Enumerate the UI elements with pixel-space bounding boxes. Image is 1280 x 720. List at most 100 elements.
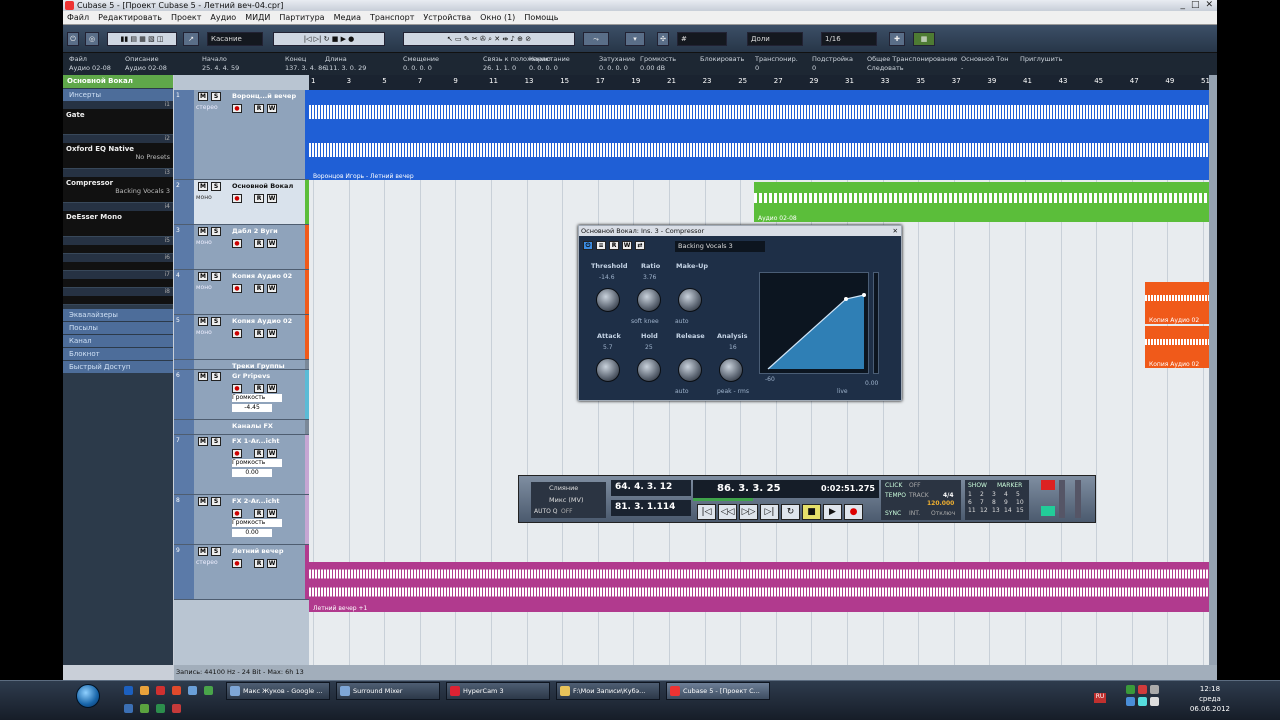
insert-slot[interactable]: i4 DeEsser Mono xyxy=(63,203,173,237)
left-locator[interactable]: 64. 4. 3. 12 xyxy=(611,480,691,496)
menu-devices[interactable]: Устройства xyxy=(423,13,471,22)
close-button[interactable]: ✕ xyxy=(1205,0,1213,11)
insert-slot-controls[interactable]: i8 xyxy=(63,288,173,296)
excel-icon[interactable] xyxy=(156,704,165,713)
constrain-delay-button[interactable]: ◎ xyxy=(85,32,99,46)
track-name[interactable]: Воронц...й вечер xyxy=(232,92,302,100)
time-signature[interactable]: 4/4 xyxy=(943,492,954,499)
solo-button[interactable]: S xyxy=(211,497,221,506)
live-toggle[interactable]: live xyxy=(837,388,848,395)
audio-event-track-4[interactable]: Копия Аудио 02 xyxy=(1145,282,1209,324)
plugin-preset-select[interactable]: Backing Vocals 3 xyxy=(675,241,765,252)
auto-scroll-button[interactable]: ↗ xyxy=(183,32,199,46)
taskbar-item-hypercam[interactable]: HyperCam 3 xyxy=(446,682,550,700)
menu-midi[interactable]: МИДИ xyxy=(245,13,270,22)
insert-slot[interactable]: i8 xyxy=(63,288,173,305)
compressor-plugin-window[interactable]: Основной Вокал: Ins. 3 - Compressor ✕ ⏻ … xyxy=(578,225,902,401)
insert-slot-controls[interactable]: i1 xyxy=(63,101,173,109)
cycle-mode-select[interactable]: Микс (MV) xyxy=(549,496,584,504)
cursor-snap-icon[interactable]: ✚ xyxy=(889,32,905,46)
track-param-value[interactable]: 0.00 xyxy=(232,529,272,537)
write-automation-button[interactable]: W xyxy=(267,284,277,293)
track-header[interactable]: 6 Gr Pripevs M S ● R W Громкость -4.45 xyxy=(174,370,309,420)
inspector-quickcontrols-section[interactable]: Быстрый Доступ xyxy=(63,361,173,373)
media-icon[interactable] xyxy=(204,686,213,695)
inspector-notepad-section[interactable]: Блокнот xyxy=(63,348,173,360)
solo-button[interactable]: S xyxy=(211,317,221,326)
read-automation-button[interactable]: R xyxy=(254,239,264,248)
insert-slot-controls[interactable]: i7 xyxy=(63,271,173,279)
track-header[interactable]: 1 Воронц...й вечер стерео M S ● R W xyxy=(174,90,309,180)
record-enable-button[interactable]: ● xyxy=(232,559,242,568)
insert-slot[interactable]: i6 xyxy=(63,254,173,271)
track-name[interactable]: Копия Аудио 02 xyxy=(232,317,302,325)
info-column[interactable]: Подстройка 0 xyxy=(812,55,853,73)
marker-locate-button[interactable]: 1 xyxy=(968,491,977,498)
marker-locate-button[interactable]: 15 xyxy=(1016,507,1025,514)
snap-button[interactable]: ⤳ xyxy=(583,32,609,46)
marker-locate-button[interactable]: 7 xyxy=(980,499,989,506)
stop-button[interactable]: ■ xyxy=(802,504,821,520)
plugin-power-icon[interactable]: ⏻ xyxy=(583,241,593,250)
tool-buttons[interactable]: ↖ ▭ ✎ ✂ ✇ ⌕ ✕ ⇹ ♪ ⊕ ⊘ xyxy=(403,32,575,46)
write-automation-button[interactable]: W xyxy=(267,104,277,113)
chrome-icon[interactable] xyxy=(140,686,149,695)
solo-button[interactable]: S xyxy=(211,547,221,556)
go-to-start-button[interactable]: |◁ xyxy=(697,504,716,520)
record-button[interactable]: ● xyxy=(844,504,863,520)
solo-button[interactable]: S xyxy=(211,227,221,236)
mute-button[interactable]: M xyxy=(198,437,208,446)
read-automation-button[interactable]: R xyxy=(254,559,264,568)
insert-slot-controls[interactable]: i6 xyxy=(63,254,173,262)
info-column[interactable]: Транспонир. 0 xyxy=(755,55,798,73)
track-header[interactable]: Треки Группы xyxy=(174,360,309,370)
release-knob[interactable] xyxy=(678,358,702,382)
menu-window[interactable]: Окно (1) xyxy=(480,13,515,22)
system-clock[interactable]: 12:18 среда 06.06.2012 xyxy=(1190,684,1230,714)
track-header[interactable]: 3 Дабл 2 Вуги моно M S ● R W xyxy=(174,225,309,270)
mute-button[interactable]: M xyxy=(198,547,208,556)
inspector-track-name[interactable]: Основной Вокал xyxy=(63,75,173,88)
mute-button[interactable]: M xyxy=(198,497,208,506)
menu-help[interactable]: Помощь xyxy=(524,13,558,22)
track-name[interactable]: Летний вечер xyxy=(232,547,302,555)
mute-button[interactable]: M xyxy=(198,272,208,281)
marker-locate-button[interactable]: 6 xyxy=(968,499,977,506)
insert-slot[interactable]: i7 xyxy=(63,271,173,288)
marker-locate-button[interactable]: 11 xyxy=(968,507,977,514)
tray-icon-4[interactable] xyxy=(1126,697,1135,706)
plugin-write-button[interactable]: W xyxy=(622,241,632,250)
transport-mini[interactable]: |◁ ▷| ↻ ■ ▶ ● xyxy=(273,32,385,46)
record-enable-button[interactable]: ● xyxy=(232,239,242,248)
read-automation-button[interactable]: R xyxy=(254,449,264,458)
menu-project[interactable]: Проект xyxy=(171,13,201,22)
tray-icon-5[interactable] xyxy=(1138,697,1147,706)
menu-media[interactable]: Медиа xyxy=(334,13,361,22)
menu-edit[interactable]: Редактировать xyxy=(98,13,162,22)
info-column[interactable]: Файл Аудио 02-08 xyxy=(69,55,111,73)
taskbar-item-surround-mixer[interactable]: Surround Mixer xyxy=(336,682,440,700)
record-enable-button[interactable]: ● xyxy=(232,449,242,458)
snap-mode-icon[interactable]: ▾ xyxy=(625,32,645,46)
track-header[interactable]: Каналы FX xyxy=(174,420,309,435)
track-name[interactable]: Треки Группы xyxy=(232,362,302,370)
track-param-value[interactable]: 0.00 xyxy=(232,469,272,477)
mute-button[interactable]: M xyxy=(198,317,208,326)
track-name[interactable]: Gr Pripevs xyxy=(232,372,302,380)
mute-button[interactable]: M xyxy=(198,227,208,236)
audio-event-track-1[interactable]: Воронцов Игорь - Летний вечер xyxy=(309,90,1209,180)
info-column[interactable]: Нарастание 0. 0. 0. 0 xyxy=(529,55,570,73)
marker-locate-button[interactable]: 13 xyxy=(992,507,1001,514)
mute-button[interactable]: M xyxy=(198,372,208,381)
word-icon[interactable] xyxy=(124,704,133,713)
right-locator[interactable]: 81. 3. 1.114 xyxy=(611,500,691,516)
info-column[interactable]: Блокировать xyxy=(700,55,744,64)
network-icon[interactable] xyxy=(1150,685,1159,694)
insert-slot[interactable]: i1 Gate xyxy=(63,101,173,135)
info-column[interactable]: Приглушить xyxy=(1020,55,1062,64)
sync-button[interactable]: SYNC xyxy=(885,510,901,517)
info-column[interactable]: Громкость 0.00 dB xyxy=(640,55,676,73)
track-name[interactable]: Копия Аудио 02 xyxy=(232,272,302,280)
read-automation-button[interactable]: R xyxy=(254,194,264,203)
solo-button[interactable]: S xyxy=(211,92,221,101)
